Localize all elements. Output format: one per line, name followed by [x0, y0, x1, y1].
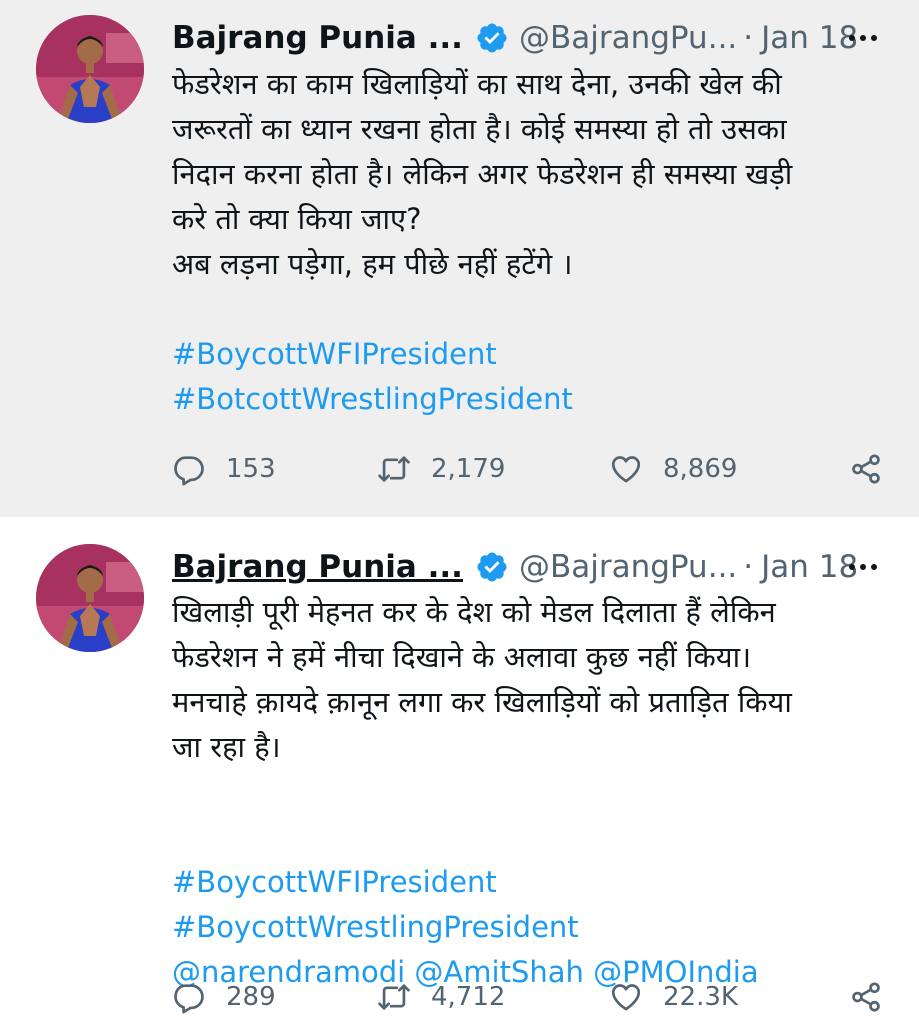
tweet-header: Bajrang Punia ... @BajrangPu... · Jan 18	[172, 545, 883, 589]
reply-button[interactable]: 289	[172, 975, 276, 1019]
heart-icon	[611, 456, 641, 483]
tweet-text: फेडरेशन का काम खिलाड़ियों का साथ देना, उ…	[172, 62, 879, 422]
separator-dot: ·	[743, 549, 754, 585]
author-handle[interactable]: @BajrangPu...	[519, 549, 737, 585]
share-icon	[852, 454, 880, 484]
share-button[interactable]	[849, 447, 883, 491]
tweet-header: Bajrang Punia ... @BajrangPu... · Jan 18	[172, 16, 883, 60]
more-dots-icon[interactable]	[849, 16, 877, 60]
tweet-text-line: फेडरेशन का काम खिलाड़ियों का साथ देना, उ…	[172, 67, 782, 101]
retweet-count: 2,179	[431, 454, 506, 484]
tweet-text-line: मनचाहे क़ायदे क़ानून लगा कर खिलाड़ियों क…	[172, 685, 792, 719]
author-handle[interactable]: @BajrangPu...	[519, 20, 737, 56]
heart-icon	[611, 984, 641, 1011]
avatar[interactable]	[36, 15, 144, 123]
more-dots-icon[interactable]	[849, 545, 877, 589]
action-bar: 153 2,179 8,869	[172, 447, 883, 491]
tweet-text-line: अब लड़ना पड़ेगा, हम पीछे नहीं हटेंगे ।	[172, 247, 573, 281]
tweet-text: खिलाड़ी पूरी मेहनत कर के देश को मेडल दिल…	[172, 590, 879, 995]
like-count: 8,869	[663, 454, 738, 484]
action-bar: 289 4,712 22.3K	[172, 975, 883, 1019]
reply-icon	[174, 984, 204, 1014]
hashtag-link[interactable]: #BoycottWrestlingPresident	[172, 905, 879, 950]
verified-badge-icon	[477, 552, 507, 582]
reply-count: 153	[226, 454, 276, 484]
tweet-text-line: जा रहा है।	[172, 730, 281, 764]
tweet-text-line: निदान करना होता है। लेकिन अगर फेडरेशन ही…	[172, 157, 793, 191]
tweet-date[interactable]: Jan 18	[761, 20, 858, 56]
tweet-text-line: खिलाड़ी पूरी मेहनत कर के देश को मेडल दिल…	[172, 595, 776, 629]
tweet-date[interactable]: Jan 18	[761, 549, 858, 585]
retweet-icon	[378, 984, 410, 1010]
avatar-photo	[36, 544, 144, 652]
retweet-count: 4,712	[431, 982, 506, 1012]
like-button[interactable]: 8,869	[609, 447, 737, 491]
author-name[interactable]: Bajrang Punia ...	[172, 20, 463, 56]
like-count: 22.3K	[663, 982, 738, 1012]
hashtag-link[interactable]: #BoycottWFIPresident	[172, 332, 879, 377]
tweet-2[interactable]: Bajrang Punia ... @BajrangPu... · Jan 18…	[0, 517, 919, 1024]
separator-dot: ·	[743, 20, 754, 56]
reply-count: 289	[226, 982, 276, 1012]
hashtag-link[interactable]: #BoycottWFIPresident	[172, 860, 879, 905]
like-button[interactable]: 22.3K	[609, 975, 738, 1019]
share-button[interactable]	[849, 975, 883, 1019]
retweet-icon	[378, 456, 410, 482]
avatar-photo	[36, 15, 144, 123]
tweet-text-line: जरूरतों का ध्यान रखना होता है। कोई समस्य…	[172, 112, 787, 146]
share-icon	[852, 982, 880, 1012]
tweet-text-line: करे तो क्या किया जाए?	[172, 202, 422, 236]
author-name[interactable]: Bajrang Punia ...	[172, 549, 463, 585]
verified-badge-icon	[477, 23, 507, 53]
tweet-1[interactable]: Bajrang Punia ... @BajrangPu... · Jan 18…	[0, 0, 919, 517]
retweet-button[interactable]: 4,712	[377, 975, 505, 1019]
tweet-text-line: फेडरेशन ने हमें नीचा दिखाने के अलावा कुछ…	[172, 640, 752, 674]
reply-icon	[174, 456, 204, 486]
avatar[interactable]	[36, 544, 144, 652]
retweet-button[interactable]: 2,179	[377, 447, 505, 491]
hashtag-link[interactable]: #BotcottWrestlingPresident	[172, 377, 879, 422]
reply-button[interactable]: 153	[172, 447, 276, 491]
